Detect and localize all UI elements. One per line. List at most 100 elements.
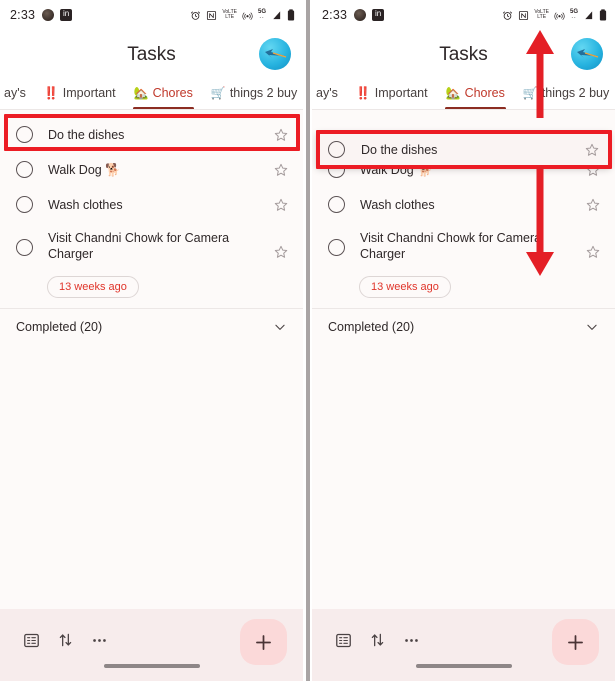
hotspot-icon	[242, 12, 253, 20]
tab-todays-label: ay's	[4, 86, 26, 100]
table-row[interactable]: Wash clothes	[0, 187, 303, 222]
volte-label-bottom: LTE	[537, 14, 547, 20]
tab-chores[interactable]: 🏡 Chores	[125, 80, 202, 110]
chevron-down-icon[interactable]	[585, 320, 599, 334]
sort-icon	[59, 633, 71, 647]
plus-icon	[256, 634, 271, 650]
screenshot-stage: 2:33 VoLTE LTE	[0, 0, 615, 681]
tab-todays-label: ay's	[316, 86, 338, 100]
task-title: Wash clothes	[360, 197, 435, 212]
task-checkbox[interactable]	[328, 196, 345, 213]
plus-icon	[568, 634, 583, 650]
task-title: Walk Dog 🐕	[48, 162, 121, 177]
sort-button[interactable]	[360, 625, 394, 655]
tab-todays[interactable]: ay's	[2, 80, 35, 106]
star-icon[interactable]	[273, 244, 289, 260]
bottom-toolbar-right	[312, 609, 615, 681]
house-icon: 🏡	[445, 86, 461, 100]
star-icon[interactable]	[273, 197, 289, 213]
task-checkbox[interactable]	[16, 161, 33, 178]
tab-todays[interactable]: ay's	[314, 80, 347, 106]
home-indicator	[103, 664, 200, 668]
5g-dots: ..	[259, 14, 265, 20]
sort-icon	[371, 633, 383, 647]
home-indicator	[415, 664, 512, 668]
add-task-button[interactable]	[240, 619, 287, 665]
dragged-task-card[interactable]: Do the dishes	[317, 132, 610, 167]
tab-things-2-buy-label: things 2 buy	[229, 86, 298, 100]
add-task-button[interactable]	[552, 619, 599, 665]
tab-chores-label: Chores	[152, 86, 193, 100]
switch-list-button[interactable]	[14, 625, 48, 655]
task-title: Do the dishes	[48, 127, 125, 142]
star-icon[interactable]	[273, 127, 289, 143]
status-badge[interactable]: 13 weeks ago	[47, 276, 139, 298]
table-row[interactable]: Visit Chandni Chowk for Camera Charger	[312, 222, 615, 274]
task-checkbox[interactable]	[328, 239, 345, 256]
chevron-down-icon[interactable]	[273, 320, 287, 334]
status-bar-time: 2:33	[10, 8, 36, 22]
profile-avatar-icon	[42, 9, 55, 21]
shopping-cart-icon: 🛒	[210, 86, 226, 100]
task-checkbox[interactable]	[16, 239, 33, 256]
house-icon: 🏡	[133, 86, 149, 100]
account-avatar[interactable]	[259, 38, 291, 70]
completed-section-header[interactable]: Completed (20)	[312, 309, 615, 345]
shopping-cart-icon: 🛒	[522, 86, 538, 100]
panel-divider	[303, 0, 312, 681]
status-bar-left: 2:33 VoLTE LTE	[0, 0, 303, 30]
table-row[interactable]: Visit Chandni Chowk for Camera Charger	[0, 222, 303, 274]
star-icon[interactable]	[273, 162, 289, 178]
tab-important[interactable]: ‼️ Important	[35, 80, 125, 106]
task-list-left: Do the dishes Walk Dog 🐕 Wash clothes Vi…	[0, 110, 303, 609]
sort-button[interactable]	[48, 625, 82, 655]
switch-list-icon	[23, 633, 39, 647]
battery-icon	[287, 9, 295, 21]
linkedin-icon	[372, 7, 385, 21]
task-title: Visit Chandni Chowk for Camera Charger	[48, 231, 230, 261]
status-bar-system-icons: VoLTE LTE 5G ..	[502, 9, 607, 21]
tab-things-2-buy[interactable]: 🛒 things 2 buy	[202, 80, 303, 106]
list-top-spacer	[0, 110, 303, 117]
page-title: Tasks	[127, 44, 176, 65]
double-exclamation-icon: ‼️	[355, 86, 371, 100]
switch-list-button[interactable]	[326, 625, 360, 655]
status-bar-system-icons: VoLTE LTE 5G ..	[190, 9, 295, 21]
task-checkbox[interactable]	[16, 196, 33, 213]
table-row[interactable]: Walk Dog 🐕	[0, 152, 303, 187]
tab-bar-left: ay's ‼️ Important 🏡 Chores 🛒 things 2 bu…	[0, 80, 303, 110]
phone-screen-right: 2:33 VoLTE LTE	[312, 0, 615, 681]
app-header-left: Tasks	[0, 30, 303, 80]
tab-things-2-buy[interactable]: 🛒 things 2 buy	[514, 80, 615, 106]
task-checkbox[interactable]	[16, 126, 33, 143]
tab-chores[interactable]: 🏡 Chores	[437, 80, 514, 110]
tab-important-label: Important	[374, 86, 428, 100]
double-exclamation-icon: ‼️	[43, 86, 59, 100]
more-options-icon	[92, 638, 106, 642]
profile-avatar-icon	[354, 9, 367, 21]
star-icon[interactable]	[585, 244, 601, 260]
5g-icon: 5G ..	[258, 9, 266, 21]
completed-label: Completed (20)	[16, 320, 103, 334]
status-bar-notification-icons	[354, 7, 385, 21]
table-row[interactable]: Do the dishes	[0, 117, 303, 152]
account-avatar[interactable]	[571, 38, 603, 70]
task-title: Visit Chandni Chowk for Camera Charger	[360, 231, 542, 261]
task-title: Do the dishes	[361, 142, 438, 157]
tab-important[interactable]: ‼️ Important	[347, 80, 437, 106]
nfc-icon	[519, 10, 529, 20]
more-options-button[interactable]	[394, 625, 428, 655]
more-options-button[interactable]	[82, 625, 116, 655]
star-icon[interactable]	[585, 197, 601, 213]
task-title: Wash clothes	[48, 197, 123, 212]
table-row[interactable]: Wash clothes	[312, 187, 615, 222]
5g-dots: ..	[571, 14, 577, 20]
alarm-icon	[191, 11, 201, 20]
volte-icon: VoLTE LTE	[222, 9, 237, 21]
completed-section-header[interactable]: Completed (20)	[0, 309, 303, 345]
task-checkbox[interactable]	[328, 141, 345, 158]
star-icon[interactable]	[584, 142, 600, 158]
tab-important-label: Important	[62, 86, 116, 100]
status-bar-right: 2:33 VoLTE LTE	[312, 0, 615, 30]
status-badge[interactable]: 13 weeks ago	[359, 276, 451, 298]
